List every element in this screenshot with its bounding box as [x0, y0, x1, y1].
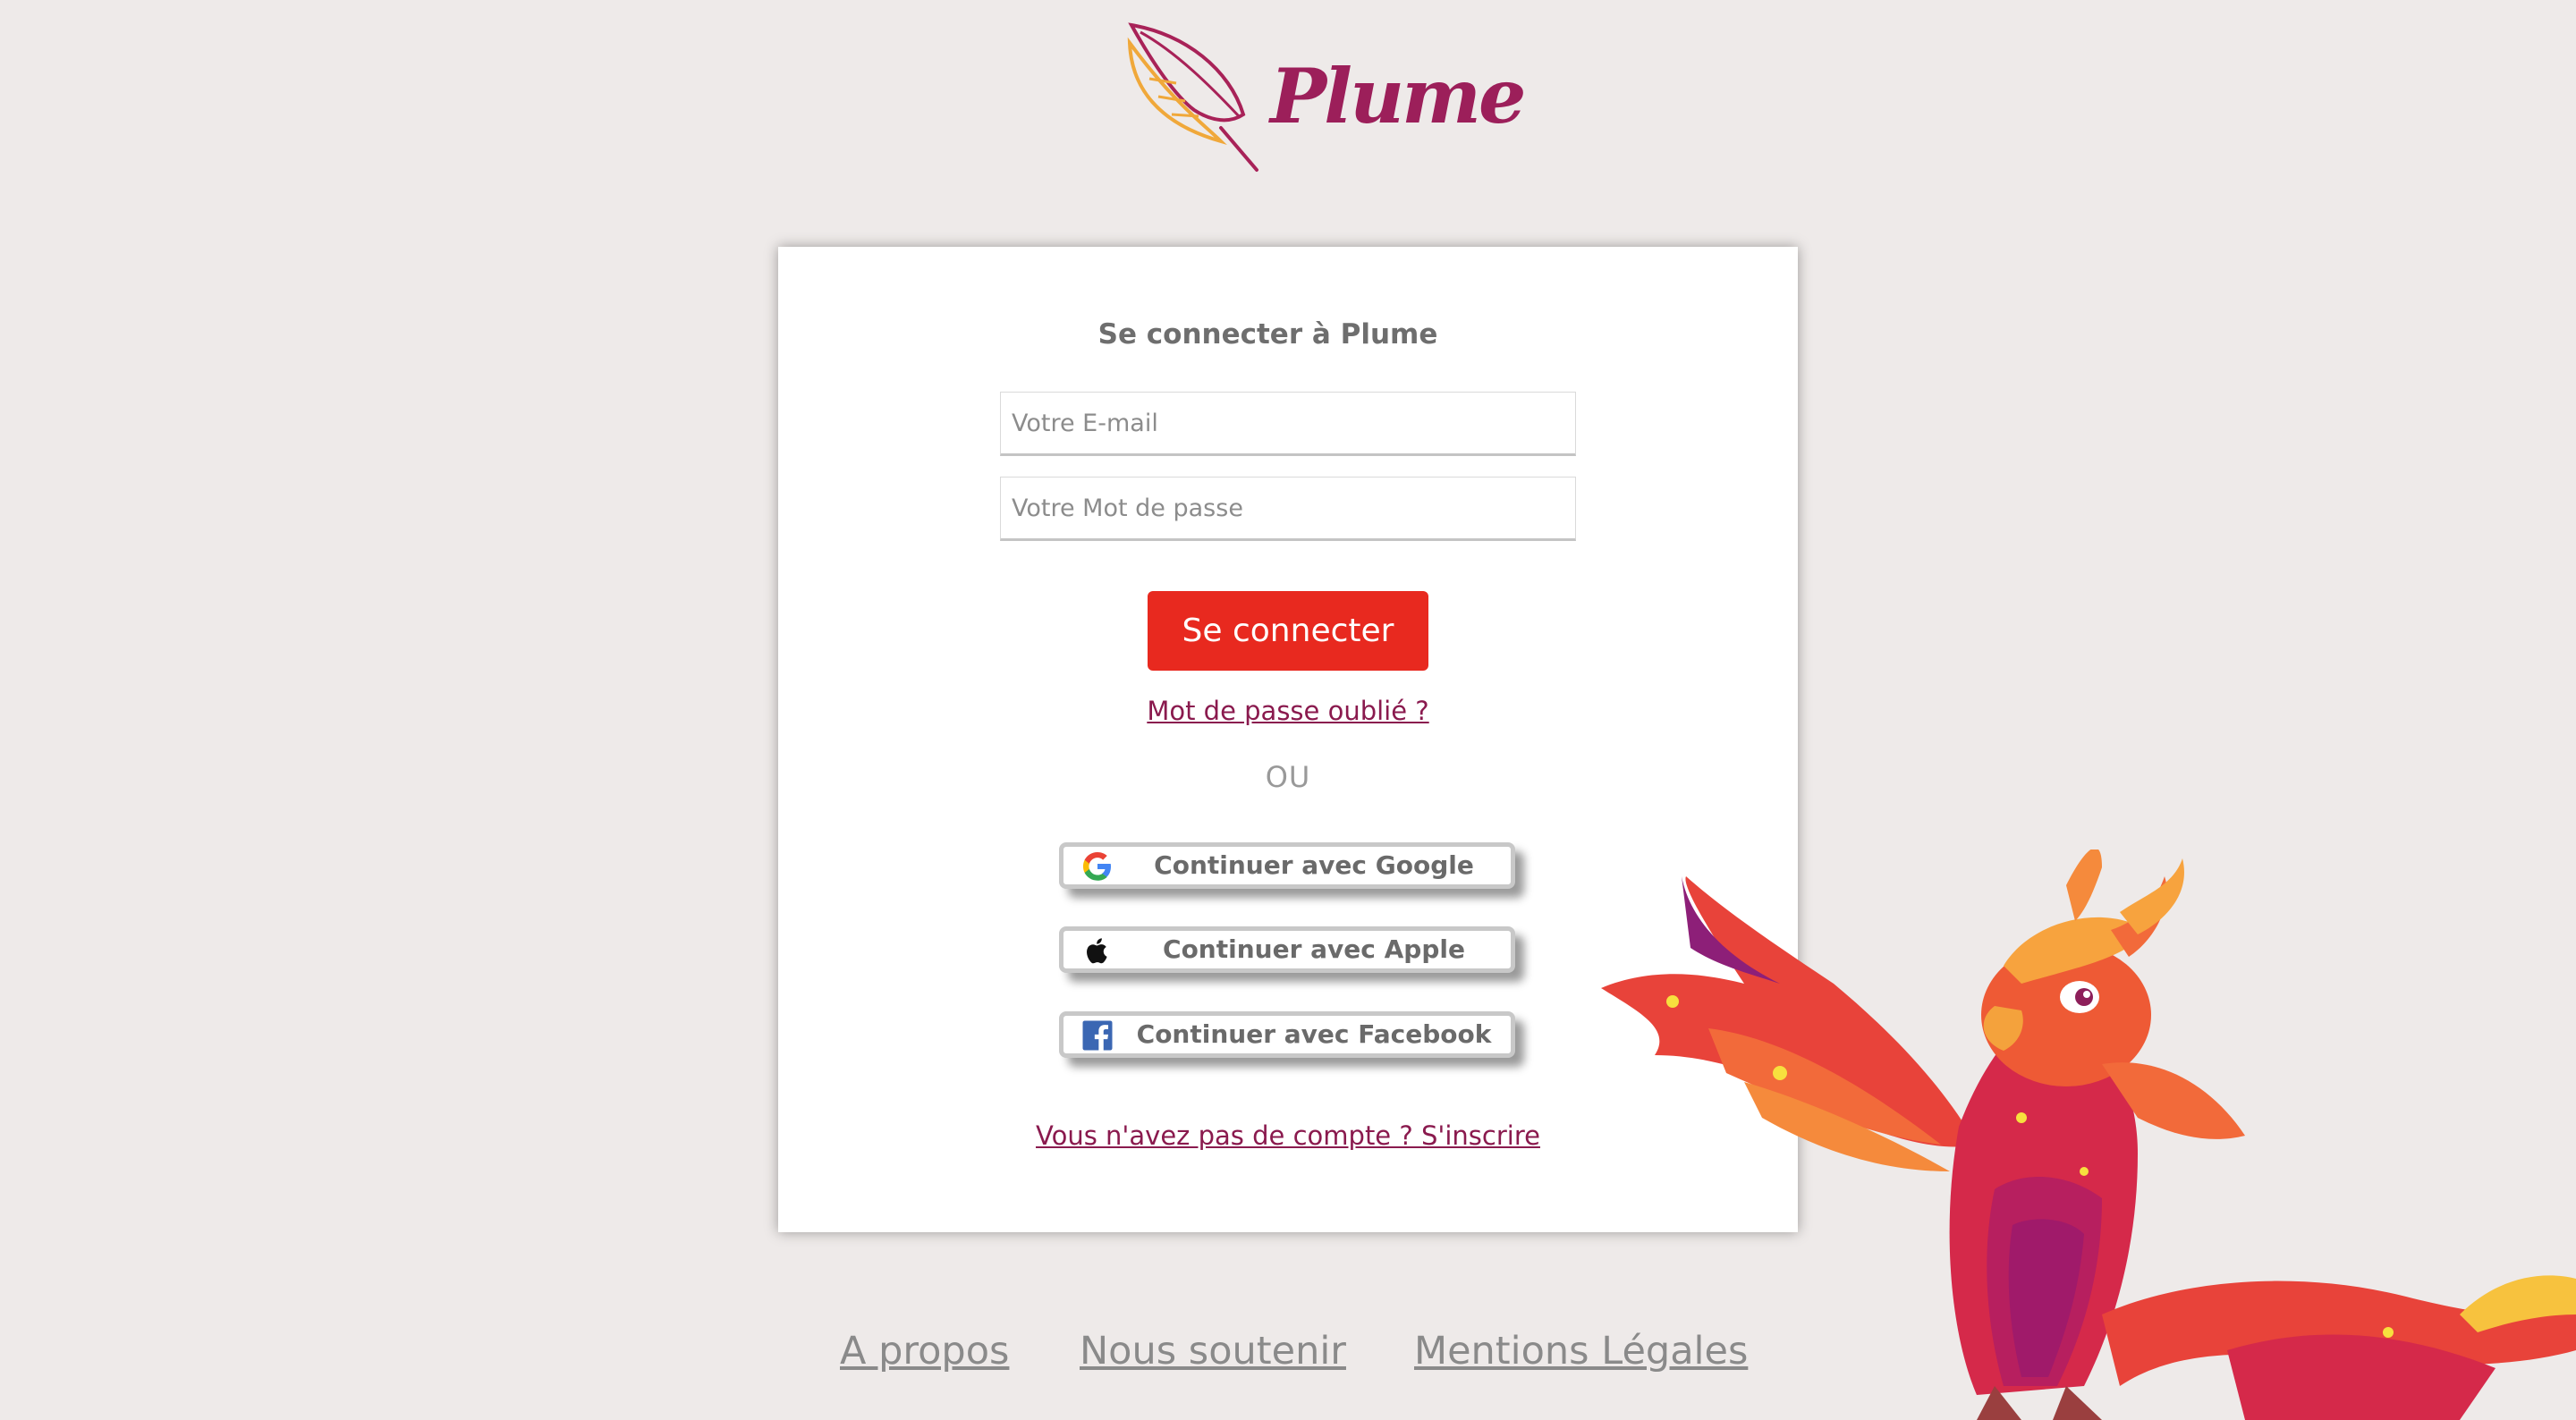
apple-login-button[interactable]: Continuer avec Apple [1059, 926, 1515, 973]
footer-link-about[interactable]: A propos [840, 1329, 1009, 1374]
plume-logo: Plume [1123, 16, 1526, 177]
facebook-login-label: Continuer avec Facebook [1136, 1019, 1492, 1049]
feather-icon [1127, 22, 1258, 172]
forgot-password-link[interactable]: Mot de passe oublié ? [778, 696, 1798, 726]
phoenix-mascot-illustration [1601, 849, 2576, 1420]
apple-icon [1087, 938, 1107, 964]
brand-name: Plume [1270, 52, 1526, 140]
google-login-button[interactable]: Continuer avec Google [1059, 842, 1515, 889]
google-icon [1082, 851, 1111, 881]
footer-link-support[interactable]: Nous soutenir [1080, 1329, 1346, 1374]
password-field[interactable] [1000, 477, 1576, 541]
apple-login-label: Continuer avec Apple [1163, 934, 1465, 964]
email-field[interactable] [1000, 392, 1576, 456]
login-button[interactable]: Se connecter [1148, 591, 1428, 671]
google-login-label: Continuer avec Google [1154, 850, 1474, 880]
or-separator: OU [1265, 760, 1311, 794]
facebook-login-button[interactable]: Continuer avec Facebook [1059, 1011, 1515, 1058]
login-title: Se connecter à Plume [1097, 318, 1438, 351]
facebook-icon [1082, 1020, 1113, 1052]
